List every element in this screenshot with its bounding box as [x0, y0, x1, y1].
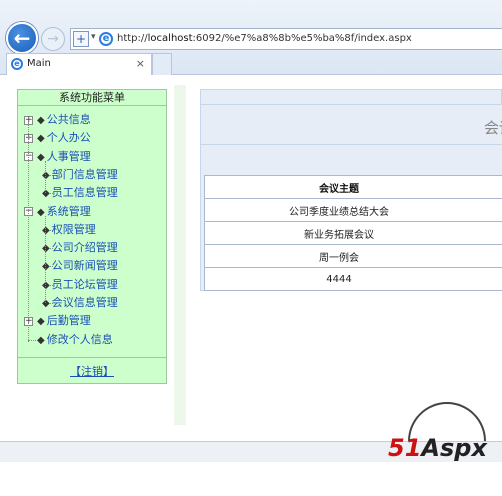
menu-item-label: 权限管理	[52, 223, 96, 236]
menu-item-label: 公司新闻管理	[52, 259, 118, 272]
watermark-part1: 51	[388, 434, 421, 462]
table-row[interactable]: 公司季度业绩总结大会	[205, 199, 502, 222]
bullet-icon: ◆	[37, 205, 45, 221]
bullet-icon: ◆	[37, 150, 45, 166]
menu-item-label: 会议信息管理	[52, 296, 118, 309]
header-banner: 会议	[200, 105, 502, 145]
menu-item[interactable]: ◆会议信息管理	[42, 295, 118, 311]
forward-button[interactable]: →	[41, 27, 65, 51]
site-icon[interactable]: +	[73, 31, 89, 47]
menu-item[interactable]: −◆系统管理	[24, 204, 91, 220]
menu-item[interactable]: −◆人事管理	[24, 149, 91, 165]
menu-item[interactable]: ◆部门信息管理	[42, 167, 118, 183]
menu-item[interactable]: ◆权限管理	[42, 222, 96, 238]
menu-item-label: 员工论坛管理	[52, 278, 118, 291]
ie-icon: e	[99, 32, 113, 46]
subheader-bar	[200, 145, 502, 171]
new-tab-button[interactable]	[152, 53, 172, 75]
table-row[interactable]: 新业务拓展会议	[205, 222, 502, 245]
tree-connector	[45, 161, 46, 194]
address-bar[interactable]: + ▾ e http://localhost:6092/%e7%a8%8b%e5…	[70, 28, 502, 50]
table-row[interactable]: 4444	[205, 268, 502, 291]
watermark-logo: 51Aspx	[388, 400, 502, 462]
menu-item[interactable]: ◆公司新闻管理	[42, 258, 118, 274]
menu-item-label: 后勤管理	[47, 314, 91, 327]
menu-footer: 【注销】	[18, 357, 166, 383]
table-cell[interactable]: 新业务拓展会议	[205, 222, 502, 245]
page-title: 会议	[484, 117, 502, 138]
menu-item-label: 公共信息	[47, 113, 91, 126]
menu-item-label: 个人办公	[47, 131, 91, 144]
menu-item-label: 修改个人信息	[47, 333, 113, 346]
function-menu: 系统功能菜单 +◆公共信息+◆个人办公−◆人事管理◆部门信息管理◆员工信息管理−…	[17, 89, 167, 384]
page-content: 系统功能菜单 +◆公共信息+◆个人办公−◆人事管理◆部门信息管理◆员工信息管理−…	[0, 75, 502, 441]
column-header-topic: 会议主题	[205, 176, 502, 199]
table-row[interactable]: 周一例会	[205, 245, 502, 268]
menu-item-label: 部门信息管理	[52, 168, 118, 181]
menu-item[interactable]: ◆员工信息管理	[42, 185, 118, 201]
chevron-down-icon[interactable]: ▾	[91, 32, 96, 42]
table-cell[interactable]: 4444	[205, 268, 502, 291]
menu-item-label: 公司介绍管理	[52, 241, 118, 254]
menu-item-label: 人事管理	[47, 150, 91, 163]
menu-item-label: 系统管理	[47, 205, 91, 218]
close-icon[interactable]: ×	[136, 57, 145, 70]
menu-item[interactable]: +◆公共信息	[24, 112, 91, 128]
watermark-text: 51Aspx	[388, 434, 487, 462]
tree-connector	[45, 216, 46, 304]
url-text[interactable]: http://localhost:6092/%e7%a8%8b%e5%ba%8f…	[117, 33, 412, 44]
browser-chrome: ← → + ▾ e http://localhost:6092/%e7%a8%8…	[0, 0, 502, 75]
url-prefix: http://	[117, 33, 148, 44]
menu-item[interactable]: +◆后勤管理	[24, 313, 91, 329]
url-path: :6092/%e7%a8%8b%e5%ba%8f/index.aspx	[193, 33, 412, 44]
header-strip	[200, 89, 502, 105]
table-cell[interactable]: 公司季度业绩总结大会	[205, 199, 502, 222]
meeting-table-panel: 会议主题 公司季度业绩总结大会 新业务拓展会议 周一例会 4444	[200, 171, 502, 291]
menu-item[interactable]: +◆个人办公	[24, 130, 91, 146]
bullet-icon: ◆	[37, 113, 45, 129]
menu-item-label: 员工信息管理	[52, 186, 118, 199]
back-button[interactable]: ←	[6, 22, 38, 54]
url-host: localhost	[148, 33, 193, 44]
logout-link[interactable]: 【注销】	[70, 363, 114, 379]
meeting-table: 会议主题 公司季度业绩总结大会 新业务拓展会议 周一例会 4444	[204, 175, 502, 291]
menu-item[interactable]: ◆公司介绍管理	[42, 240, 118, 256]
browser-tab[interactable]: e Main ×	[6, 53, 152, 75]
bullet-icon: ◆	[37, 314, 45, 330]
bullet-icon: ◆	[37, 131, 45, 147]
frame-divider	[174, 85, 186, 425]
tab-title: Main	[27, 58, 51, 69]
menu-item[interactable]: ◆修改个人信息	[24, 332, 113, 348]
menu-title: 系统功能菜单	[18, 90, 166, 106]
bullet-icon: ◆	[37, 333, 45, 349]
ie-icon: e	[11, 58, 23, 70]
table-cell[interactable]: 周一例会	[205, 245, 502, 268]
menu-item[interactable]: ◆员工论坛管理	[42, 277, 118, 293]
tree-connector	[28, 122, 29, 342]
watermark-part2: Aspx	[421, 434, 487, 462]
